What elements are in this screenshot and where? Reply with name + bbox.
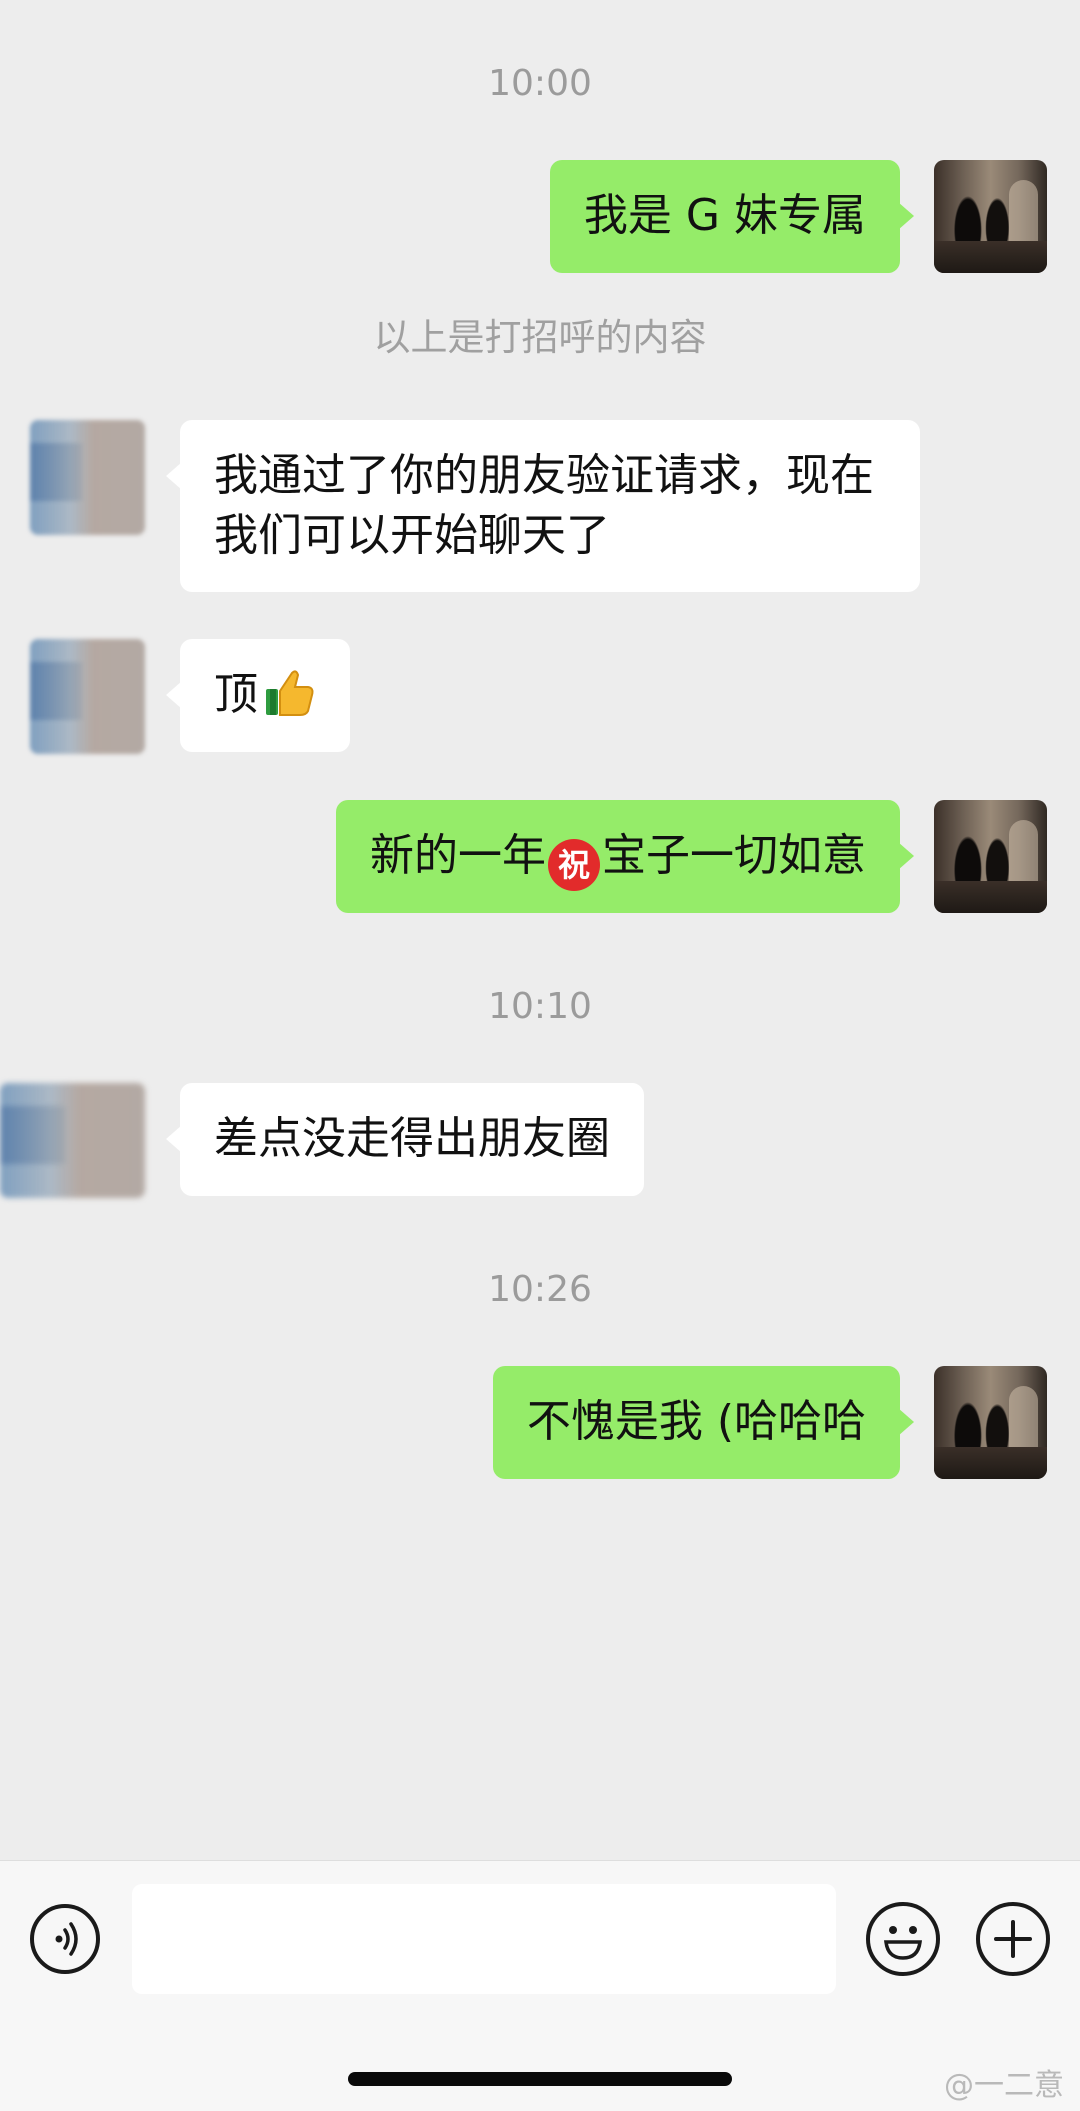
my-avatar[interactable] bbox=[934, 1366, 1047, 1479]
plus-icon bbox=[994, 1920, 1032, 1958]
message-bubble[interactable]: 差点没走得出朋友圈 bbox=[166, 1083, 644, 1196]
my-avatar[interactable] bbox=[934, 800, 1047, 913]
message-text: 宝子一切如意 bbox=[602, 830, 866, 881]
watermark: @一二意 bbox=[944, 2068, 1064, 2103]
contact-avatar[interactable] bbox=[30, 420, 145, 535]
voice-icon bbox=[55, 1922, 78, 1956]
blessing-emoji-icon: 祝 bbox=[548, 839, 600, 891]
message-bubble[interactable]: 我通过了你的朋友验证请求，现在我们可以开始聊天了 bbox=[166, 420, 920, 592]
message-input[interactable] bbox=[132, 1884, 836, 1994]
message-text: 新的一年 bbox=[370, 830, 546, 881]
message-bubble[interactable]: 新的一年祝宝子一切如意 bbox=[336, 800, 914, 913]
emoji-icon bbox=[884, 1926, 922, 1960]
timestamp: 10:00 bbox=[488, 63, 592, 104]
contact-avatar[interactable] bbox=[30, 639, 145, 754]
chat-area: 10:00 我是 G 妹专属 以上是打招呼的内容 我通过了你的朋友验证请求，现在… bbox=[0, 0, 1080, 1860]
message-bubble[interactable]: 我是 G 妹专属 bbox=[549, 160, 915, 273]
timestamp: 10:26 bbox=[488, 1269, 592, 1310]
thumbs-up-icon bbox=[266, 670, 314, 716]
message-text: 顶 bbox=[214, 669, 258, 720]
contact-avatar[interactable] bbox=[0, 1083, 145, 1198]
my-avatar[interactable] bbox=[934, 160, 1047, 273]
voice-button[interactable] bbox=[30, 1904, 100, 1974]
timestamp: 10:10 bbox=[488, 986, 592, 1027]
home-indicator bbox=[348, 2072, 732, 2086]
more-button[interactable] bbox=[976, 1902, 1050, 1976]
message-bubble[interactable]: 顶 bbox=[166, 639, 350, 752]
message-bubble[interactable]: 不愧是我 (哈哈哈 bbox=[492, 1366, 915, 1479]
system-message: 以上是打招呼的内容 bbox=[373, 316, 707, 359]
emoji-button[interactable] bbox=[866, 1902, 940, 1976]
